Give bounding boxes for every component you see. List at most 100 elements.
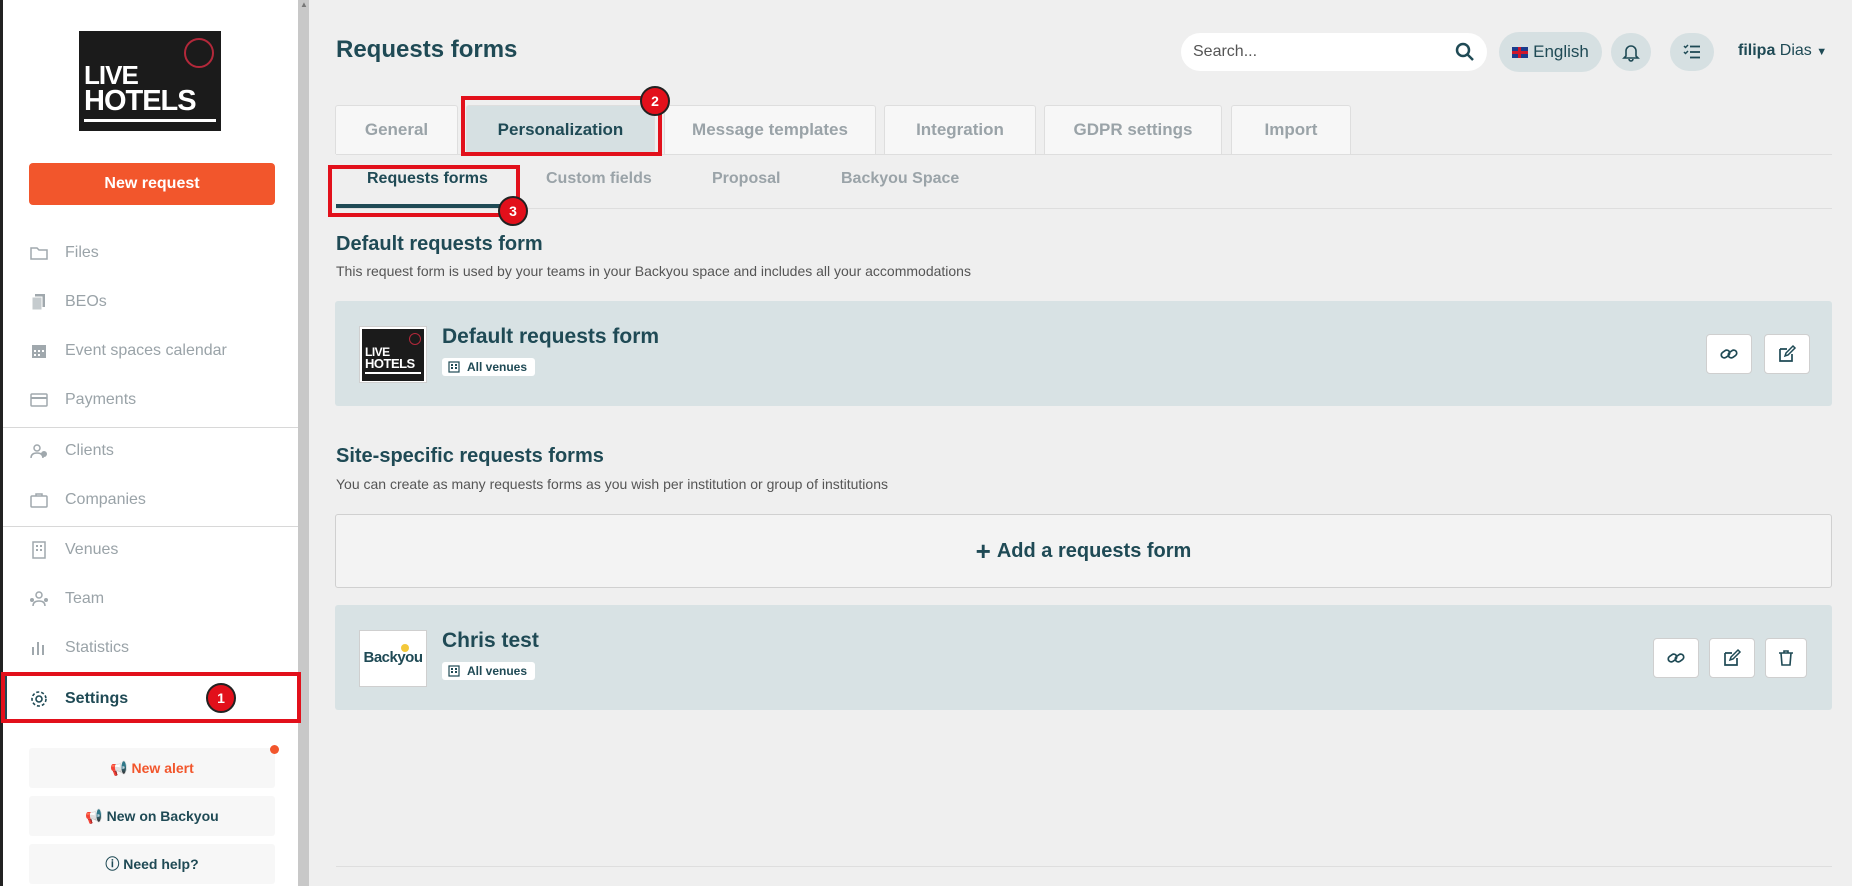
sidebar-item-label: BEOs: [65, 293, 107, 310]
tab-gdpr-settings[interactable]: GDPR settings: [1044, 105, 1222, 154]
default-section-title: Default requests form: [336, 233, 543, 255]
form-name: Chris test: [442, 629, 539, 652]
site-form-card[interactable]: Backyou Chris test All venues: [335, 605, 1832, 710]
add-requests-form-button[interactable]: + Add a requests form: [335, 514, 1832, 588]
user-last-name: Dias: [1779, 42, 1812, 59]
live-hotels-logo[interactable]: LIVE HOTELS: [79, 31, 221, 131]
step-3-badge: 3: [498, 196, 528, 226]
notifications-button[interactable]: [1611, 33, 1651, 71]
tab-message-templates[interactable]: Message templates: [664, 105, 876, 154]
thumb-seal: [409, 333, 421, 345]
search-icon[interactable]: [1455, 42, 1475, 62]
logo-bar: [84, 119, 216, 122]
language-selector[interactable]: English: [1499, 32, 1602, 72]
sidebar-item-statistics[interactable]: Statistics: [3, 624, 298, 672]
default-section-description: This request form is used by your teams …: [336, 263, 971, 279]
tab-integration[interactable]: Integration: [884, 105, 1036, 154]
delete-button[interactable]: [1765, 638, 1807, 678]
user-first-name: filipa: [1738, 42, 1776, 59]
subtab-proposal[interactable]: Proposal: [712, 170, 780, 188]
default-form-card[interactable]: LIVE HOTELS Default requests form All ve…: [335, 301, 1832, 406]
edit-button[interactable]: [1709, 638, 1755, 678]
subtab-custom-fields[interactable]: Custom fields: [546, 170, 652, 188]
live-hotels-thumb-logo: LIVE HOTELS: [362, 329, 424, 381]
search-input[interactable]: Search...: [1181, 33, 1487, 71]
new-on-backyou-label: New on Backyou: [106, 808, 219, 824]
bar-chart-icon: [27, 636, 51, 660]
folder-icon: [27, 241, 51, 265]
clients-icon: [27, 439, 51, 463]
sidebar-item-label: Clients: [65, 442, 114, 459]
user-menu[interactable]: filipa Dias ▼: [1738, 42, 1827, 60]
add-requests-form-label: Add a requests form: [996, 539, 1192, 562]
new-on-backyou-button[interactable]: 📢 New on Backyou: [29, 796, 275, 836]
sidebar-scrollbar[interactable]: [298, 0, 309, 886]
new-alert-label: New alert: [131, 760, 194, 776]
venues-badge: All venues: [442, 662, 536, 680]
sidebar-item-companies[interactable]: Companies: [3, 476, 298, 524]
subtabs-divider: [336, 208, 1832, 209]
sidebar-item-payments[interactable]: Payments: [3, 376, 298, 424]
plus-icon: +: [975, 536, 991, 566]
subtab-backyou-space[interactable]: Backyou Space: [841, 170, 959, 188]
sidebar-item-beos[interactable]: BEOs: [3, 278, 298, 326]
search-placeholder: Search...: [1193, 43, 1258, 60]
need-help-label: Need help?: [123, 856, 199, 872]
sidebar-item-venues[interactable]: Venues: [3, 526, 298, 574]
personalization-highlight: [461, 96, 662, 156]
tab-general[interactable]: General: [335, 105, 458, 154]
sidebar-item-clients[interactable]: Clients: [3, 427, 298, 475]
venues-badge: All venues: [442, 358, 536, 376]
new-request-button[interactable]: New request: [29, 163, 275, 205]
settings-highlight: [1, 672, 301, 723]
edit-icon: [1779, 344, 1797, 362]
caret-down-icon: ▼: [1816, 46, 1828, 58]
page-title: Requests forms: [336, 36, 518, 63]
step-2-badge: 2: [640, 86, 670, 116]
venues-label: All venues: [467, 664, 528, 678]
need-help-button[interactable]: ⓘ Need help?: [29, 844, 275, 884]
sidebar-item-team[interactable]: Team: [3, 575, 298, 623]
new-alert-button[interactable]: 📢 New alert: [29, 748, 275, 788]
footer-divider: [336, 866, 1832, 867]
sidebar-item-event-spaces-calendar[interactable]: Event spaces calendar: [3, 327, 298, 375]
bell-icon: [1622, 45, 1640, 62]
logo-line-2: HOTELS: [84, 85, 197, 117]
building-icon: [448, 361, 460, 373]
site-section-title: Site-specific requests forms: [336, 445, 604, 467]
form-thumbnail: Backyou: [359, 630, 427, 687]
backyou-thumb-logo: Backyou: [363, 649, 423, 666]
copy-link-button[interactable]: [1706, 334, 1752, 374]
sidebar-item-label: Files: [65, 244, 99, 261]
sidebar-item-label: Event spaces calendar: [65, 342, 227, 359]
requests-forms-highlight: [328, 165, 520, 217]
building-icon: [448, 665, 460, 677]
edit-button[interactable]: [1764, 334, 1810, 374]
form-name: Default requests form: [442, 325, 660, 348]
copy-icon: [27, 290, 51, 314]
checklist-icon: [1683, 44, 1700, 59]
logo-line-1: LIVE: [84, 60, 139, 90]
sidebar-item-label: Statistics: [65, 639, 130, 656]
step-1-badge: 1: [206, 683, 236, 713]
venues-label: All venues: [467, 360, 528, 374]
thumb-bar: [365, 372, 421, 374]
building-icon: [27, 538, 51, 562]
form-thumbnail: LIVE HOTELS: [359, 326, 427, 383]
language-label: English: [1533, 42, 1589, 61]
team-icon: [27, 587, 51, 611]
sidebar-item-label: Venues: [65, 541, 119, 558]
briefcase-icon: [27, 488, 51, 512]
scroll-up-arrow[interactable]: ▲: [300, 0, 308, 10]
credit-card-icon: [27, 388, 51, 412]
tab-import[interactable]: Import: [1231, 105, 1351, 154]
thumb-line-2: HOTELS: [365, 356, 415, 371]
trash-icon: [1779, 650, 1793, 666]
sidebar-item-label: Payments: [65, 391, 137, 408]
tasks-button[interactable]: [1670, 33, 1714, 71]
copy-link-button[interactable]: [1653, 638, 1699, 678]
sidebar-item-files[interactable]: Files: [3, 229, 298, 277]
site-section-description: You can create as many requests forms as…: [336, 476, 888, 492]
sidebar-item-label: Team: [65, 590, 105, 607]
sidebar: LIVE HOTELS New request Files BEOs Event…: [0, 0, 298, 886]
